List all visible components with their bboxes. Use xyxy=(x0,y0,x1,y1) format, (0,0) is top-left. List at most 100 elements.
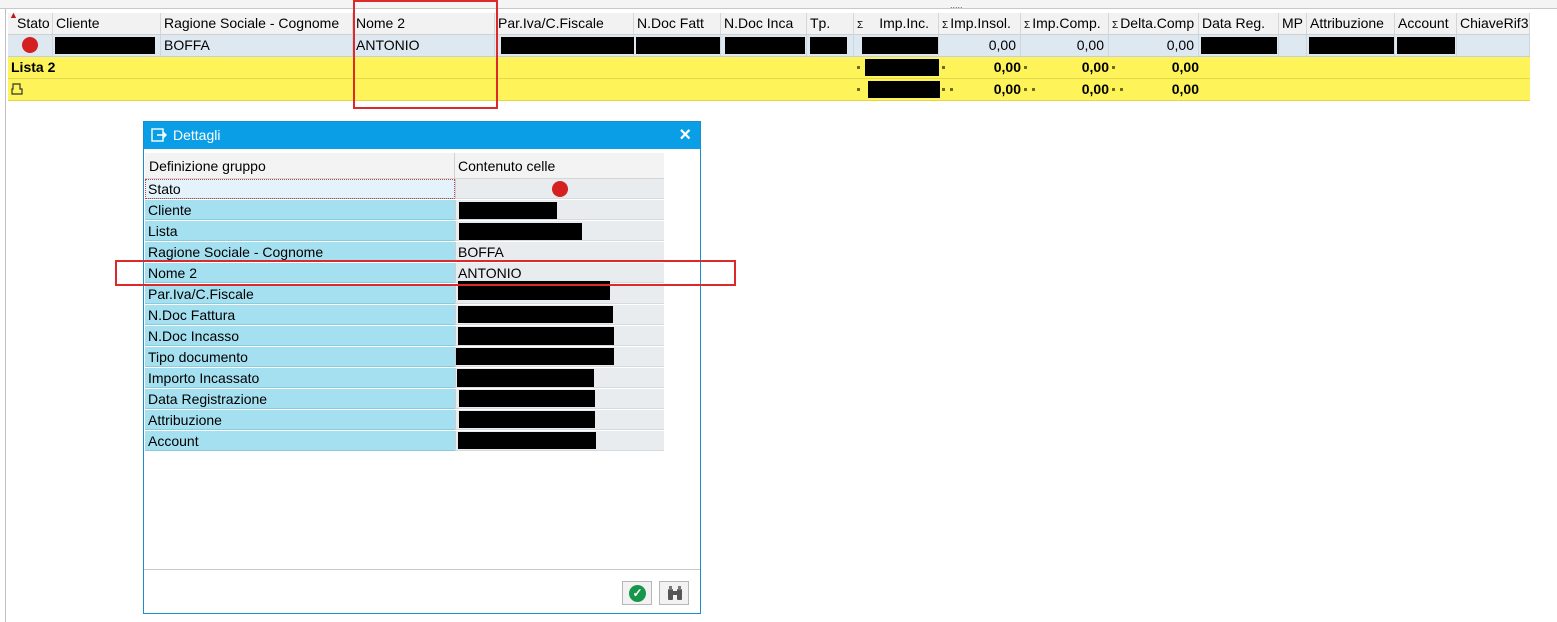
column-header-tp[interactable]: Tp. xyxy=(807,13,854,34)
cell-mp[interactable] xyxy=(1279,35,1307,56)
details-row-partita-iva[interactable]: Par.Iva/C.Fiscale xyxy=(145,281,664,305)
redaction-block xyxy=(55,37,155,54)
details-value xyxy=(455,410,664,430)
cell-imp-inc[interactable] xyxy=(854,35,939,56)
column-header-contenuto[interactable]: Contenuto celle xyxy=(458,158,555,174)
details-value xyxy=(455,326,664,346)
redaction-block xyxy=(1309,37,1394,54)
details-row-importo-incassato[interactable]: Importo Incassato xyxy=(145,368,664,389)
details-label: Ragione Sociale - Cognome xyxy=(145,242,455,262)
details-dialog: Dettagli × Definizione gruppo Contenuto … xyxy=(143,121,701,614)
subtotal-delta-comp: 0,00 xyxy=(1171,59,1199,75)
dialog-titlebar[interactable]: Dettagli × xyxy=(144,122,700,149)
column-header-ragione-sociale[interactable]: Ragione Sociale - Cognome xyxy=(161,13,353,34)
cell-attribuzione[interactable] xyxy=(1307,35,1395,56)
redaction-block xyxy=(1201,37,1277,54)
total-imp-insol: 0,00 xyxy=(993,81,1021,97)
column-header-imp-comp[interactable]: Σ Imp.Comp. xyxy=(1021,13,1109,34)
column-header-attribuzione[interactable]: Attribuzione xyxy=(1307,13,1395,34)
close-icon[interactable]: × xyxy=(679,124,691,146)
redaction-block xyxy=(501,37,634,54)
details-value xyxy=(455,368,664,388)
splitter-bar[interactable]: ..... xyxy=(0,0,1557,10)
cell-cliente[interactable] xyxy=(53,35,161,56)
column-header-cliente[interactable]: Cliente xyxy=(53,13,161,34)
cell-imp-comp[interactable]: 0,00 xyxy=(1021,35,1109,56)
column-header-data-reg[interactable]: Data Reg. xyxy=(1199,13,1279,34)
column-header-ndoc-inca[interactable]: N.Doc Inca xyxy=(721,13,807,34)
redaction-block xyxy=(457,369,594,387)
splitter-grip-icon[interactable]: ..... xyxy=(950,1,963,10)
column-header-ndoc-fatt[interactable]: N.Doc Fatt xyxy=(634,13,721,34)
details-label: Data Registrazione xyxy=(145,389,455,409)
left-border xyxy=(5,9,6,622)
cell-chiaverif3[interactable] xyxy=(1457,35,1530,56)
details-label: Cliente xyxy=(145,200,455,220)
details-row-stato[interactable]: Stato xyxy=(145,179,664,200)
details-value xyxy=(455,221,664,241)
details-row-cliente[interactable]: Cliente xyxy=(145,200,664,221)
subtotal-row[interactable]: Lista 2 0,00 0,00 0,00 xyxy=(8,57,1530,79)
details-icon xyxy=(151,128,167,144)
status-red-icon xyxy=(552,181,568,197)
details-row-account[interactable]: Account xyxy=(145,431,664,452)
redaction-block xyxy=(458,327,614,345)
details-table: Definizione gruppo Contenuto celle Stato… xyxy=(145,153,664,452)
total-sum-icon xyxy=(11,79,31,99)
column-header-delta-comp[interactable]: Σ Delta.Comp xyxy=(1109,13,1199,34)
column-header-account[interactable]: Account xyxy=(1395,13,1457,34)
cell-ndoc-inca[interactable] xyxy=(721,35,807,56)
details-row-ndoc-fattura[interactable]: N.Doc Fattura xyxy=(145,305,664,326)
redaction-block xyxy=(459,223,582,240)
column-header-imp-insol[interactable]: Σ Imp.Insol. xyxy=(939,13,1021,34)
status-red-icon xyxy=(22,37,38,53)
cell-delta-comp[interactable]: 0,00 xyxy=(1109,35,1199,56)
redaction-block xyxy=(458,306,613,323)
details-value: BOFFA xyxy=(455,242,664,262)
total-row[interactable]: 0,00 0,00 0,00 xyxy=(8,79,1530,101)
total-imp-comp: 0,00 xyxy=(1081,81,1109,97)
details-value xyxy=(455,389,664,409)
ok-button[interactable]: ✓ xyxy=(622,581,652,605)
column-header-chiaverif3[interactable]: ChiaveRif3 xyxy=(1457,13,1530,34)
column-header-stato[interactable]: ▲ Stato xyxy=(8,11,53,34)
sum-marker-icon xyxy=(857,88,860,91)
column-header-partita-iva[interactable]: Par.Iva/C.Fiscale xyxy=(495,13,634,34)
column-separator[interactable] xyxy=(454,153,455,178)
details-header-row: Definizione gruppo Contenuto celle xyxy=(145,153,664,179)
cell-tp[interactable] xyxy=(807,35,854,56)
details-value xyxy=(455,347,664,367)
redaction-block xyxy=(810,37,847,54)
subtotal-imp-comp: 0,00 xyxy=(1081,59,1109,75)
column-header-imp-inc[interactable]: Σ Imp.Inc. xyxy=(854,13,939,34)
details-row-lista[interactable]: Lista xyxy=(145,221,664,242)
column-header-mp[interactable]: MP xyxy=(1279,13,1307,34)
details-row-data-registrazione[interactable]: Data Registrazione xyxy=(145,389,664,410)
redaction-block xyxy=(636,37,720,54)
details-label: Par.Iva/C.Fiscale xyxy=(145,284,455,304)
details-value xyxy=(455,179,664,199)
subtotal-imp-insol: 0,00 xyxy=(993,59,1021,75)
redaction-block xyxy=(459,202,557,219)
cell-data-reg[interactable] xyxy=(1199,35,1279,56)
column-header-definizione[interactable]: Definizione gruppo xyxy=(149,158,266,174)
redaction-block xyxy=(725,37,805,54)
table-row[interactable]: BOFFA ANTONIO 0,00 0,00 0,00 xyxy=(8,35,1530,57)
cell-account[interactable] xyxy=(1395,35,1457,56)
cell-imp-insol[interactable]: 0,00 xyxy=(939,35,1021,56)
cell-ndoc-fatt[interactable] xyxy=(634,35,721,56)
redaction-block xyxy=(456,348,614,365)
highlight-nome2-row xyxy=(115,260,736,286)
cell-ragione-sociale[interactable]: BOFFA xyxy=(161,35,353,56)
details-row-tipo-documento[interactable]: Tipo documento xyxy=(145,347,664,368)
details-row-attribuzione[interactable]: Attribuzione xyxy=(145,410,664,431)
redaction-block xyxy=(865,59,939,76)
details-row-ndoc-incasso[interactable]: N.Doc Incasso xyxy=(145,326,664,347)
find-button[interactable] xyxy=(659,581,689,605)
details-label: N.Doc Fattura xyxy=(145,305,455,325)
redaction-block xyxy=(459,411,595,428)
redaction-block xyxy=(862,37,938,54)
redaction-block xyxy=(1397,37,1455,54)
cell-partita-iva[interactable] xyxy=(495,35,634,56)
cell-stato[interactable] xyxy=(8,35,53,56)
